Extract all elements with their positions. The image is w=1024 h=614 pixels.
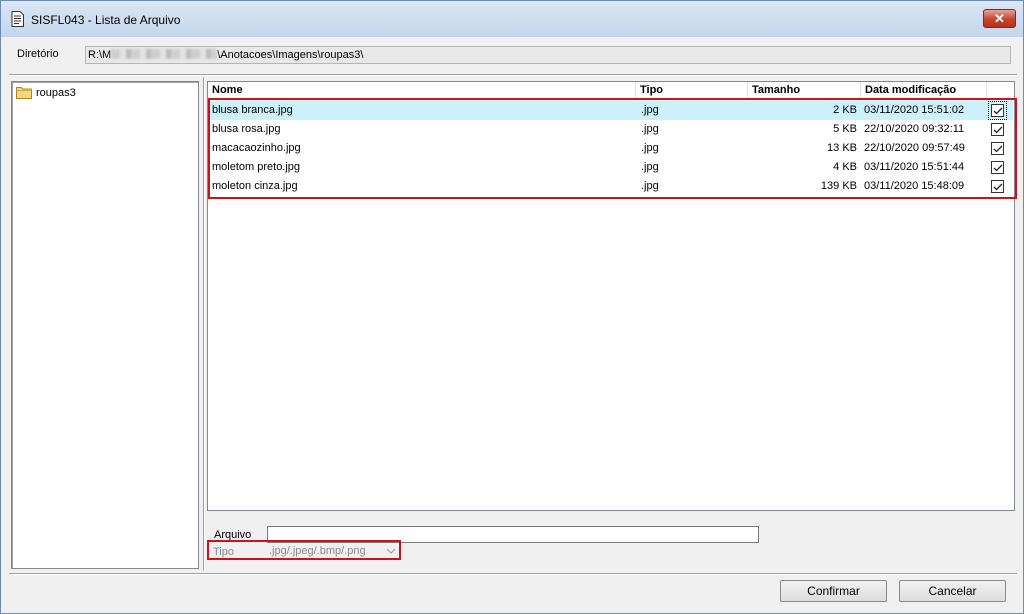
divider (9, 74, 1017, 76)
close-icon: ✕ (994, 11, 1005, 26)
folder-tree[interactable]: roupas3 (11, 81, 199, 569)
directory-path-suffix: \Anotacoes\Imagens\roupas3\ (217, 49, 364, 61)
directory-label: Diretório (17, 48, 59, 60)
title-bar[interactable]: SISFL043 - Lista de Arquivo ✕ (1, 1, 1023, 37)
file-list-dialog: SISFL043 - Lista de Arquivo ✕ Diretório … (0, 0, 1024, 614)
tree-item-label: roupas3 (36, 87, 76, 99)
divider (9, 573, 1017, 575)
close-button[interactable]: ✕ (983, 9, 1016, 28)
directory-field: R:\M \Anotacoes\Imagens\roupas3\ (85, 46, 1011, 64)
directory-path-prefix: R:\M (88, 49, 112, 61)
redacted-path-segment (111, 49, 218, 59)
window-title: SISFL043 - Lista de Arquivo (31, 13, 181, 27)
folder-icon (16, 87, 32, 99)
pane-splitter[interactable] (203, 77, 205, 571)
highlight-box-rows (208, 98, 1017, 199)
document-icon (11, 11, 24, 27)
highlight-box-type (207, 540, 401, 560)
confirm-button[interactable]: Confirmar (780, 580, 887, 602)
cancel-button[interactable]: Cancelar (899, 580, 1006, 602)
